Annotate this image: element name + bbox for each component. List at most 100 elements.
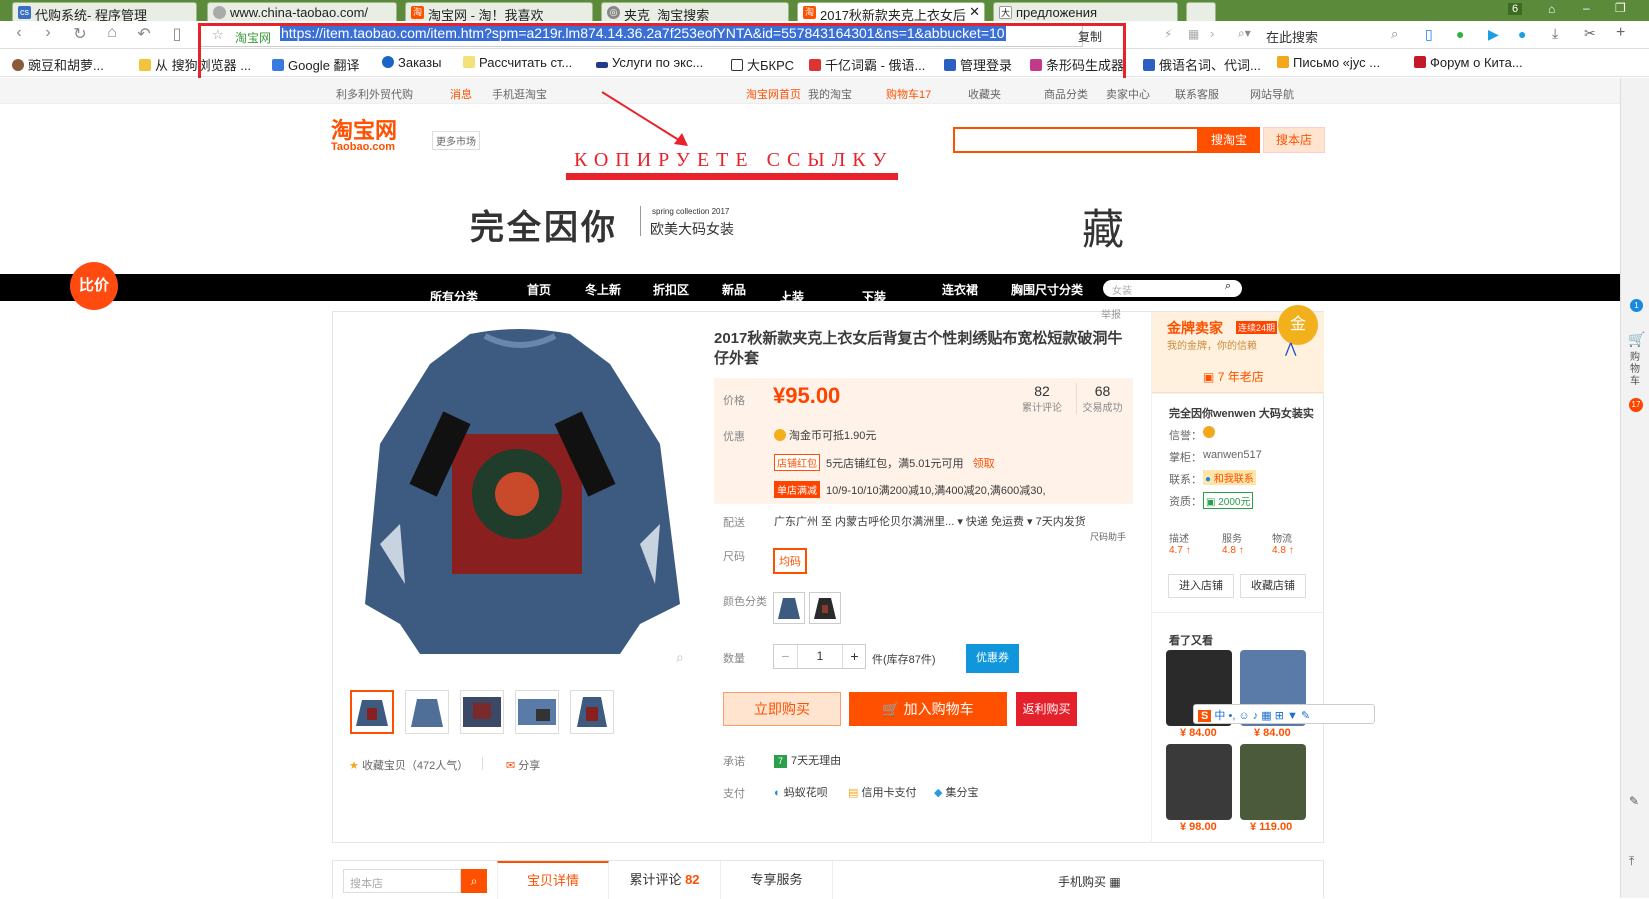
size-option[interactable]: 均码 — [773, 548, 807, 574]
bookmark-item[interactable]: Форум о Кита... — [1414, 55, 1523, 70]
compare-price-button[interactable]: 比价 — [70, 262, 118, 310]
site-favorites[interactable]: 收藏夹 — [968, 86, 1001, 102]
favorite-item[interactable]: ★ 收藏宝贝（472人气） — [349, 757, 468, 773]
main-search-input[interactable] — [953, 127, 1199, 153]
play-icon[interactable]: ▶ — [1488, 26, 1499, 43]
grid-icon[interactable]: ▦ — [1188, 27, 1199, 41]
increase-button[interactable]: + — [842, 645, 866, 668]
claim-link[interactable]: 领取 — [973, 458, 995, 470]
download-icon[interactable]: ⤓ — [1552, 25, 1558, 42]
new-tab-button[interactable] — [1186, 2, 1216, 21]
browser-tab[interactable]: www.china-taobao.com/ — [207, 2, 397, 21]
payment-credit-card[interactable]: ▤ 信用卡支付 — [848, 784, 916, 800]
thumbnail-4[interactable] — [515, 690, 559, 734]
site-messages[interactable]: 消息 — [450, 86, 472, 102]
browser-tab[interactable]: 淘 淘宝网 - 淘！我喜欢 — [405, 2, 593, 21]
site-navigation[interactable]: 网站导航 — [1250, 86, 1294, 102]
reader-icon[interactable]: ▯ — [166, 24, 188, 44]
tab-services[interactable]: 专享服务 — [721, 861, 833, 899]
size-helper-link[interactable]: 尺码助手 — [1090, 530, 1126, 543]
message-badge[interactable]: 1 — [1630, 299, 1643, 312]
tab-details[interactable]: 宝贝详情 — [497, 861, 609, 899]
site-mobile[interactable]: 手机逛淘宝 — [492, 86, 547, 102]
edit-icon[interactable]: ✎ — [1629, 794, 1639, 808]
account-icon[interactable]: ● — [1518, 26, 1526, 42]
wechat-icon[interactable]: ● — [1456, 26, 1464, 42]
side-cart-label[interactable]: 购物车 — [1630, 352, 1642, 388]
enter-shop-button[interactable]: 进入店铺 — [1168, 574, 1234, 598]
search-shop-button[interactable]: 搜本店 — [1263, 127, 1325, 153]
promise-info[interactable]: 7 7天无理由 — [774, 752, 841, 768]
quantity-input[interactable]: 1 — [798, 645, 842, 668]
reload-icon[interactable]: ↻ — [69, 24, 91, 44]
collect-shop-logo[interactable]: 藏 — [1082, 196, 1124, 257]
more-market-dropdown[interactable]: 更多市场 — [432, 131, 480, 150]
nav-item-dresses[interactable]: 连衣裙 — [942, 281, 978, 298]
minimize-icon[interactable]: – — [1583, 1, 1590, 15]
review-count[interactable]: 82 累计评论 — [1016, 383, 1068, 414]
back-icon[interactable]: ‹ — [8, 24, 30, 42]
nav-item-winter-new[interactable]: 冬上新 — [585, 281, 621, 298]
back-to-top-icon[interactable]: ⤒ — [1629, 854, 1634, 869]
chevron-right-icon[interactable]: › — [1210, 26, 1214, 41]
contact-seller-button[interactable]: ● 和我联系 — [1203, 470, 1256, 485]
shirt-icon[interactable]: ⌂ — [1548, 2, 1555, 16]
cart-icon[interactable]: 🛒 — [1628, 331, 1645, 348]
site-seller-center[interactable]: 卖家中心 — [1106, 86, 1150, 102]
color-option-blue[interactable] — [773, 592, 805, 624]
bookmark-item[interactable]: 俄语名词、代词... — [1143, 55, 1261, 74]
home-icon[interactable]: ⌂ — [101, 24, 123, 42]
mobile-buy-button[interactable]: 手机购买 ▦ — [1058, 873, 1121, 890]
search-icon[interactable]: ⌕ — [1225, 280, 1231, 293]
buy-now-button[interactable]: 立即购买 — [723, 692, 841, 726]
shop-search-input[interactable]: 搜本店 — [343, 869, 461, 893]
seller-shop-name[interactable]: 完全因你wenwen 大码女装实 — [1169, 405, 1314, 421]
thumbnail-5[interactable] — [570, 690, 614, 734]
site-support[interactable]: 联系客服 — [1175, 86, 1219, 102]
related-item-image[interactable] — [1166, 744, 1232, 820]
thumbnail-2[interactable] — [405, 690, 449, 734]
nav-item-new[interactable]: 新品 — [722, 281, 746, 298]
new-tab-plus-icon[interactable]: + — [1616, 24, 1625, 42]
tab-reviews[interactable]: 累计评论 82 — [609, 861, 721, 899]
delivery-info[interactable]: 广东广州 至 内蒙古呼伦贝尔满洲里... ▾ 快递 免运费 ▾ 7天内发货 — [774, 513, 1086, 529]
site-cart[interactable]: 购物车17 — [886, 86, 931, 102]
thumbnail-1[interactable] — [350, 690, 394, 734]
report-link[interactable]: 举报 — [1101, 306, 1121, 321]
close-tab-icon[interactable]: ✕ — [969, 4, 980, 20]
phone-icon[interactable]: ▯ — [1425, 26, 1433, 43]
keeper-name[interactable]: wanwen517 — [1203, 449, 1262, 461]
zoom-icon[interactable]: ⌕ — [676, 649, 684, 666]
ime-toolbar[interactable]: S 中 •, ☺ ♪ ▦ ⊞ ▼ ✎ — [1193, 704, 1375, 724]
bookmark-item[interactable]: Письмо «јус ... — [1277, 55, 1380, 70]
forward-icon[interactable]: › — [37, 24, 59, 42]
search-icon[interactable]: ⌕ — [1391, 26, 1398, 42]
rebate-buy-button[interactable]: 返利购买 — [1016, 692, 1077, 726]
shop-nav-search-input[interactable]: 女装 — [1103, 280, 1242, 297]
browser-tab[interactable]: cs 代购系统- 程序管理 — [12, 2, 197, 21]
add-to-cart-button[interactable]: 🛒 加入购物车 — [849, 692, 1007, 726]
browser-tab[interactable]: ◎ 夹克_淘宝搜索 — [601, 2, 789, 21]
site-home[interactable]: 淘宝网首页 — [746, 86, 801, 102]
restore-icon[interactable]: ❐ — [1615, 1, 1626, 15]
share-button[interactable]: ✉ 分享 — [506, 757, 540, 773]
nav-item-discount[interactable]: 折扣区 — [653, 281, 689, 298]
coupon-button[interactable]: 优惠券 — [966, 644, 1019, 673]
decrease-button[interactable]: − — [774, 645, 798, 668]
payment-jifenbao[interactable]: ◆ 集分宝 — [934, 784, 979, 800]
site-categories[interactable]: 商品分类 — [1044, 86, 1088, 102]
product-main-image[interactable] — [360, 324, 680, 670]
search-icon[interactable]: ⌕ — [461, 869, 487, 893]
browser-tab[interactable]: 大 предложения — [993, 2, 1178, 21]
bookmark-item[interactable]: 豌豆和胡萝... — [12, 55, 104, 74]
browser-search-input[interactable]: 在此搜索 — [1266, 27, 1318, 46]
related-item-image[interactable] — [1240, 744, 1306, 820]
undo-icon[interactable]: ↶ — [133, 24, 155, 44]
scissors-icon[interactable]: ✂ — [1584, 25, 1596, 42]
search-engine-icon[interactable]: ⌕▾ — [1238, 26, 1251, 41]
lightning-icon[interactable]: ⚡ — [1164, 27, 1172, 41]
taobao-logo[interactable]: 淘宝网 Taobao.com — [331, 120, 397, 153]
color-option-black[interactable] — [809, 592, 841, 624]
search-taobao-button[interactable]: 搜淘宝 — [1198, 127, 1260, 153]
favorite-shop-button[interactable]: 收藏店铺 — [1240, 574, 1306, 598]
